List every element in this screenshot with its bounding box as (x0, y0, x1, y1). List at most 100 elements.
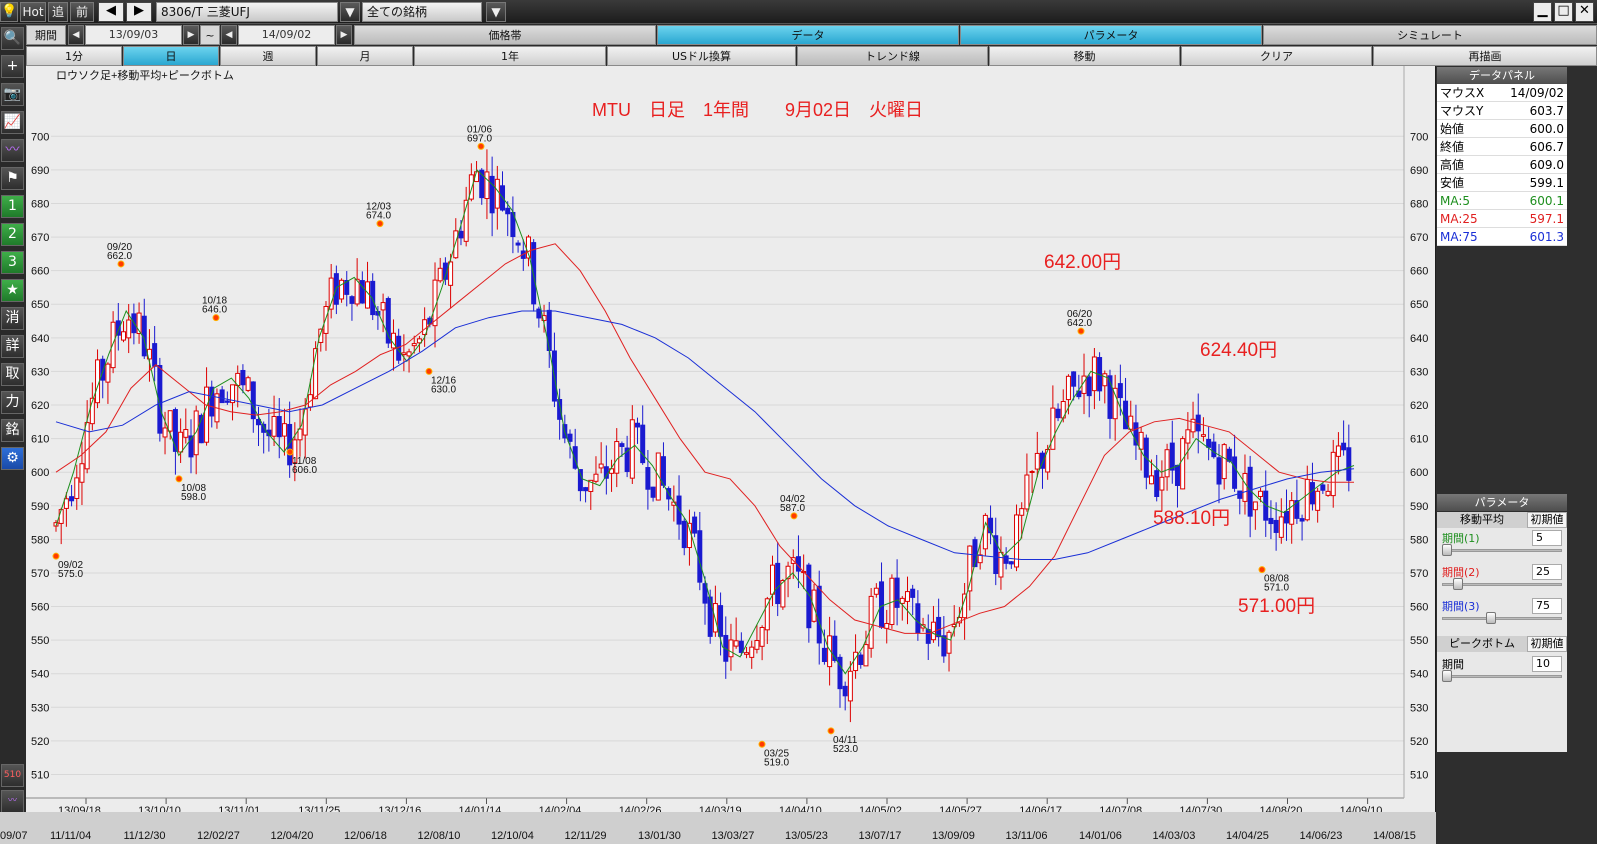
chart-thumb-icon[interactable]: 510 (1, 764, 24, 787)
range-1min-button[interactable]: 1分 (26, 46, 122, 66)
overview-date-label: 11/11/04 (50, 830, 91, 842)
candle-body (1008, 561, 1014, 565)
slot-3-icon[interactable]: 3 (1, 251, 24, 274)
peak-bottom-slider-track[interactable] (1442, 675, 1562, 678)
stock-name-icon[interactable]: 銘 (1, 419, 24, 442)
tab-simulate[interactable]: シミュレート (1263, 25, 1597, 45)
camera-icon[interactable]: 📷 (1, 83, 24, 106)
range-day-button[interactable]: 日 (123, 46, 219, 66)
candle-body (1346, 447, 1352, 481)
slot-2-icon[interactable]: 2 (1, 223, 24, 246)
usd-convert-button[interactable]: USドル換算 (607, 46, 796, 66)
range-week-button[interactable]: 週 (220, 46, 316, 66)
search-icon[interactable]: 🔍 (1, 27, 24, 50)
candle-body (69, 496, 75, 502)
period-from-next-icon[interactable]: ▶ (183, 25, 199, 45)
clear-button[interactable]: クリア (1181, 46, 1372, 66)
candle-body (754, 640, 760, 650)
peak-bottom-header: ピークボトム (1437, 636, 1527, 652)
candle-body (962, 593, 968, 619)
move-button[interactable]: 移動 (989, 46, 1180, 66)
period-to-next-icon[interactable]: ▶ (336, 25, 352, 45)
candle-body (1299, 518, 1305, 522)
range-1year-button[interactable]: 1年 (414, 46, 606, 66)
chart-thumb-2-icon[interactable]: 〰 (1, 790, 24, 813)
period-row: 期間 ◀ 13/09/03 ▶ ~ ◀ 14/09/02 ▶ 価格帯 データ パ… (26, 24, 1597, 46)
ma-period-input[interactable]: 5 (1532, 530, 1562, 546)
wave-chart-icon[interactable]: 〰 (1, 139, 24, 162)
candle-body (401, 352, 407, 356)
candle-body (1268, 517, 1274, 525)
trade-icon[interactable]: 取 (1, 363, 24, 386)
slot-1-icon[interactable]: 1 (1, 195, 24, 218)
universe-dropdown-arrow-icon[interactable]: ▼ (486, 2, 506, 22)
candle-body (1086, 376, 1092, 397)
tab-price-band[interactable]: 価格帯 (354, 25, 656, 45)
universe-select[interactable]: 全ての銘柄 (362, 2, 482, 22)
maximize-button[interactable]: □ (1554, 2, 1573, 22)
lightbulb-icon[interactable]: 💡 (0, 2, 18, 22)
peak-bottom-reset-button[interactable]: 初期値 (1527, 636, 1567, 652)
next-symbol-button[interactable]: ▶ (126, 2, 152, 22)
chart-line-icon[interactable]: 📈 (1, 111, 24, 134)
candle-body (1024, 474, 1030, 510)
ma-slider-knob[interactable] (1486, 612, 1496, 624)
gear-icon[interactable]: ⚙ (1, 447, 24, 470)
ma-slider-knob[interactable] (1442, 544, 1452, 556)
candle-body (692, 516, 698, 534)
ma-header: 移動平均 (1437, 512, 1527, 528)
right-panel: データパネル マウスX 14/09/02 マウスY 603.7 始値 600.0 終値 606.… (1436, 66, 1597, 844)
power-icon[interactable]: 力 (1, 391, 24, 414)
symbol-dropdown-arrow-icon[interactable]: ▼ (340, 2, 360, 22)
star-icon[interactable]: ★ (1, 279, 24, 302)
period-to-field[interactable]: 14/09/02 (238, 25, 335, 45)
peak-value-label: 575.0 (58, 569, 83, 580)
detail-icon[interactable]: 詳 (1, 335, 24, 358)
overview-strip[interactable]: 09/07 11/11/04 11/12/30 12/02/27 12/04/20 12/… (0, 812, 1440, 844)
erase-icon[interactable]: 消 (1, 307, 24, 330)
candlestick-chart[interactable]: 510 510 520 520 530 530 540 540 550 550 560 560 570 5… (26, 66, 1511, 826)
chart-title: MTU 日足 1年間 9月02日 火曜日 (592, 100, 923, 120)
range-month-button[interactable]: 月 (317, 46, 413, 66)
y-tick-label-left: 560 (31, 602, 49, 614)
ma-period-input[interactable]: 25 (1532, 564, 1562, 580)
trendline-button[interactable]: トレンド線 (797, 46, 988, 66)
data-panel-value: 606.7 (1529, 140, 1564, 154)
data-panel-key: 安値 (1440, 176, 1465, 190)
peak-value-label: 587.0 (780, 503, 805, 514)
y-tick-label-left: 680 (31, 198, 49, 210)
candle-body (1211, 441, 1217, 458)
candle-body (645, 467, 651, 490)
price-annotation: 571.00円 (1238, 596, 1315, 617)
ma-reset-button[interactable]: 初期値 (1527, 512, 1567, 528)
candle-body (879, 581, 885, 628)
ma-slider-knob[interactable] (1453, 578, 1463, 590)
period-to-prev-icon[interactable]: ◀ (221, 25, 237, 45)
period-from-prev-icon[interactable]: ◀ (68, 25, 84, 45)
history-front-button[interactable]: 前 (70, 2, 94, 22)
overview-date-label: 14/03/03 (1153, 830, 1196, 842)
tab-data[interactable]: データ (657, 25, 959, 45)
tab-parameters[interactable]: パラメータ (960, 25, 1262, 45)
close-button[interactable]: ✕ (1575, 2, 1594, 22)
flag-icon[interactable]: ⚑ (1, 167, 24, 190)
crosshair-icon[interactable]: + (1, 55, 24, 78)
candle-body (1315, 490, 1321, 511)
redraw-button[interactable]: 再描画 (1373, 46, 1597, 66)
peak-bottom-period-input[interactable]: 10 (1532, 656, 1562, 672)
prev-symbol-button[interactable]: ◀ (98, 2, 124, 22)
candle-body (250, 381, 256, 420)
ma-period-input[interactable]: 75 (1532, 598, 1562, 614)
ma-slider-track[interactable] (1442, 549, 1562, 552)
peak-bottom-slider-knob[interactable] (1442, 670, 1452, 682)
hot-button[interactable]: Hot (20, 2, 46, 22)
history-back-button[interactable]: 追 (48, 2, 68, 22)
candle-body (998, 551, 1004, 578)
ma-slider-track[interactable] (1442, 617, 1562, 620)
data-panel-value: 609.0 (1529, 158, 1564, 172)
symbol-input[interactable]: 8306/T 三菱UFJ (156, 2, 338, 22)
data-panel-value: 600.0 (1529, 122, 1564, 136)
minimize-button[interactable]: ▁ (1533, 2, 1552, 22)
chart-area[interactable]: 510 510 520 520 530 530 540 540 550 550 560 560 570 5… (26, 66, 1511, 826)
period-from-field[interactable]: 13/09/03 (85, 25, 182, 45)
